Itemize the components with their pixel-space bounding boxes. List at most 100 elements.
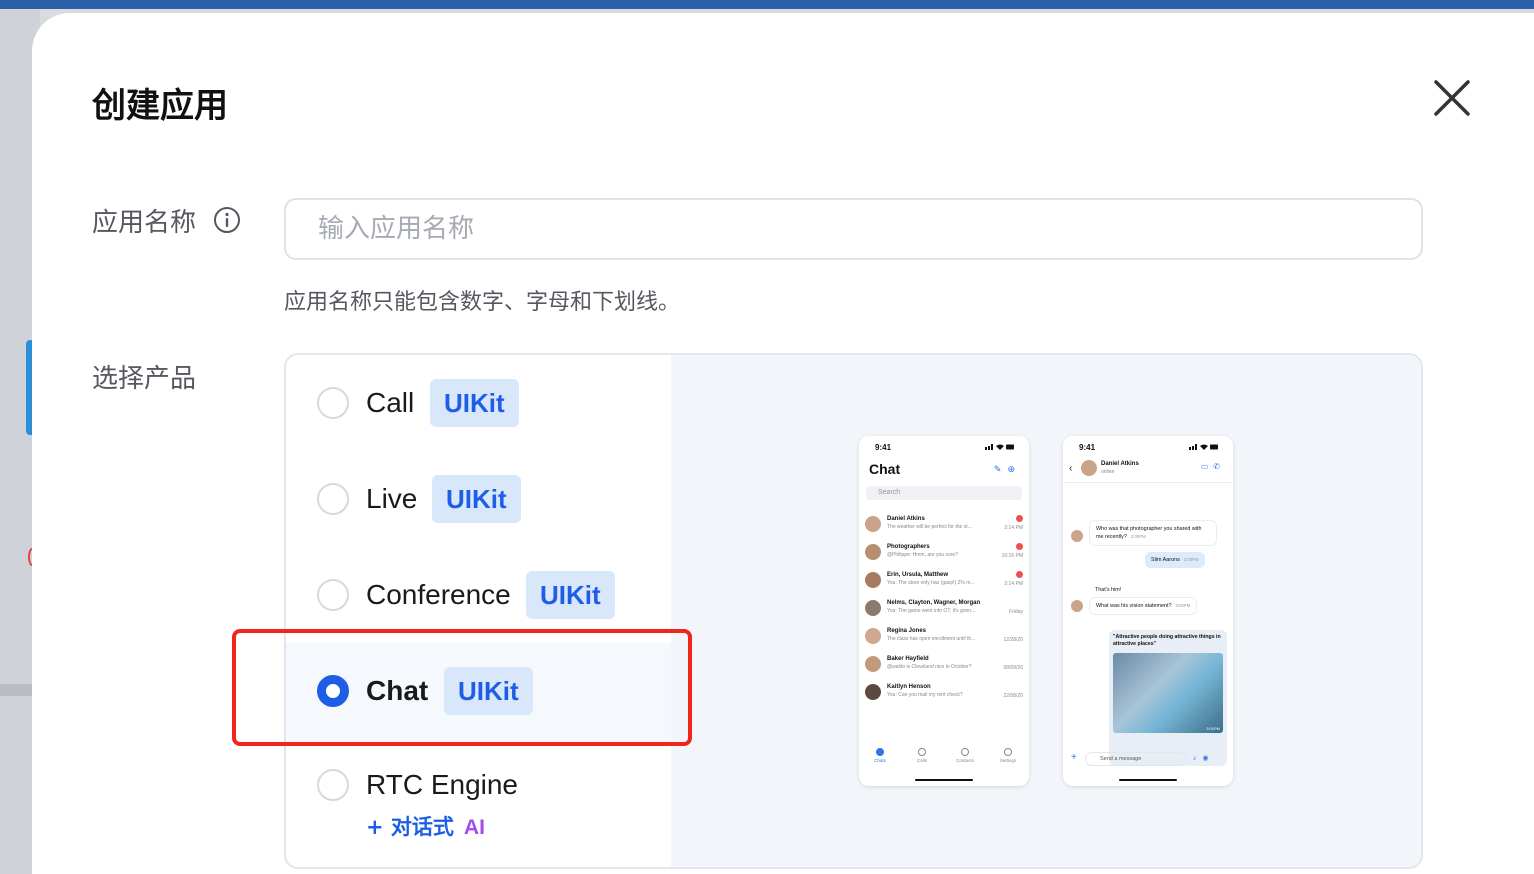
message-text: Slim Aarons — [1151, 557, 1180, 563]
message-bubble: That's him! — [1089, 582, 1127, 598]
status-bar-icons — [985, 444, 1014, 450]
avatar — [865, 684, 881, 700]
conversation-preview: The weather will be perfect for the st..… — [887, 524, 972, 530]
search-placeholder: Search — [878, 489, 901, 496]
avatar — [865, 628, 881, 644]
conversation-preview: @Philippe: Hmm, are you sure? — [887, 552, 958, 558]
selection-highlight-frame — [232, 629, 692, 746]
avatar — [1071, 530, 1083, 542]
plus-icon: + — [1071, 752, 1077, 763]
product-option-call[interactable]: Call UIKit — [286, 355, 671, 451]
info-icon[interactable] — [213, 206, 241, 234]
product-option-rtc-engine[interactable]: RTC Engine — [286, 751, 671, 867]
conversation-time: 2:14 PM — [1004, 581, 1023, 587]
message-text: What was his vision statement? — [1096, 603, 1172, 609]
close-button[interactable] — [1428, 74, 1476, 122]
back-icon: ‹ — [1069, 463, 1073, 474]
tab-calls: Calls — [907, 748, 937, 763]
conversation-item: Nelms, Clayton, Wagner, Morgan You: The … — [865, 598, 1025, 622]
conversation-time: 08/09/20 — [1003, 665, 1023, 671]
status-time: 9:41 — [1079, 443, 1096, 452]
product-preview — [671, 355, 1421, 867]
radio-rtc-engine[interactable] — [317, 769, 349, 801]
product-label: 选择产品 — [92, 364, 197, 394]
message-time: 3:00PM — [1183, 557, 1199, 562]
mic-camera-icons: ♪◉ — [1193, 755, 1215, 762]
conversation-item: Kaitlyn Henson You: Can you mail my rent… — [865, 682, 1025, 706]
message-bubble: Slim Aarons 3:00PM — [1145, 552, 1205, 569]
avatar — [865, 656, 881, 672]
dialog-title: 创建应用 — [92, 86, 228, 126]
preview-chat-screen: 9:41 ‹ Daniel Atkins online ▭✆ Who was t… — [1063, 436, 1233, 786]
image-caption: "Attractive people doing attractive thin… — [1113, 634, 1221, 648]
conversation-name: Baker Hayfield — [887, 656, 929, 662]
status-bar-icons — [1189, 444, 1218, 450]
message-bubble: What was his vision statement? 3:00PM — [1089, 597, 1198, 616]
message-time: 3:00PM — [1175, 603, 1191, 608]
conversational-tag-text: + 对话式 — [366, 815, 454, 839]
conversation-name: Regina Jones — [887, 628, 927, 634]
message-time: 3:00PM — [1130, 534, 1146, 540]
conversation-time: Friday — [1009, 609, 1023, 615]
app-name-input[interactable] — [284, 198, 1423, 260]
unread-badge — [1016, 515, 1023, 522]
uikit-badge: UIKit — [430, 379, 519, 427]
tab-label: Settings — [999, 758, 1017, 763]
contact-name: Daniel Atkins — [1101, 461, 1139, 467]
header-divider — [1063, 482, 1233, 483]
app-name-hint: 应用名称只能包含数字、字母和下划线。 — [284, 290, 681, 315]
tab-settings: Settings — [993, 748, 1023, 763]
unread-badge — [1016, 543, 1023, 550]
app-top-bar — [0, 0, 1534, 9]
ai-icon: AI — [463, 816, 485, 839]
radio-conference[interactable] — [317, 579, 349, 611]
product-selector: Call UIKit Live UIKit Conference UIKit C… — [284, 353, 1423, 869]
preview-tab-bar: Chats Calls Contacts Settings — [859, 748, 1029, 770]
uikit-badge: UIKit — [526, 571, 615, 619]
avatar — [865, 600, 881, 616]
unread-badge — [1016, 571, 1023, 578]
conversation-time: 10:16 PM — [1001, 553, 1023, 559]
home-indicator — [915, 779, 973, 781]
contacts-icon — [961, 748, 969, 756]
image-message: "Attractive people doing attractive thin… — [1109, 630, 1227, 766]
conversation-time: 22/08/20 — [1003, 693, 1023, 699]
radio-live[interactable] — [317, 483, 349, 515]
avatar — [1081, 460, 1097, 476]
product-option-live[interactable]: Live UIKit — [286, 451, 671, 547]
chat-list-title: Chat — [869, 461, 901, 477]
conversational-ai-tag: + 对话式 AI — [366, 811, 485, 841]
tab-label: Chats — [874, 758, 886, 763]
tab-chats: Chats — [865, 748, 895, 763]
video-call-icons: ▭✆ — [1200, 462, 1225, 471]
conversation-item: Photographers @Philippe: Hmm, are you su… — [865, 542, 1025, 566]
chats-icon — [876, 748, 884, 756]
message-bubble: Who was that photographer you shared wit… — [1089, 520, 1217, 547]
radio-call[interactable] — [317, 387, 349, 419]
message-text: That's him! — [1095, 587, 1122, 593]
product-label-call: Call — [366, 387, 415, 418]
avatar — [865, 516, 881, 532]
conversation-name: Daniel Atkins — [887, 516, 925, 522]
calls-icon — [918, 748, 926, 756]
uikit-badge: UIKit — [432, 475, 521, 523]
product-label-live: Live — [366, 483, 418, 514]
settings-icon — [1004, 748, 1012, 756]
compose-add-icons: ✎⊕ — [993, 464, 1021, 474]
conversation-name: Nelms, Clayton, Wagner, Morgan — [887, 600, 981, 606]
conversation-name: Erin, Ursula, Matthew — [887, 572, 949, 578]
preview-search-bar: Search — [866, 486, 1022, 500]
preview-chat-list-screen: 9:41 Chat ✎⊕ Search Daniel Atkins The we… — [859, 436, 1029, 786]
status-time: 9:41 — [875, 443, 892, 452]
message-text: Who was that photographer you shared wit… — [1096, 526, 1202, 541]
conversation-item: Erin, Ursula, Matthew You: The store onl… — [865, 570, 1025, 594]
tab-contacts: Contacts — [950, 748, 980, 763]
conversation-preview: @waldo is Cleveland nice in October? — [887, 664, 972, 670]
image-time: 3:01PM — [1206, 725, 1220, 731]
app-name-label: 应用名称 — [92, 208, 197, 238]
conversation-time: 2:14 PM — [1004, 525, 1023, 531]
conversation-item: Daniel Atkins The weather will be perfec… — [865, 514, 1025, 538]
conversation-preview: You: The game went into OT, it's gonn... — [887, 608, 976, 614]
conversation-item: Baker Hayfield @waldo is Cleveland nice … — [865, 654, 1025, 678]
beach-photo: 3:01PM — [1113, 652, 1223, 733]
